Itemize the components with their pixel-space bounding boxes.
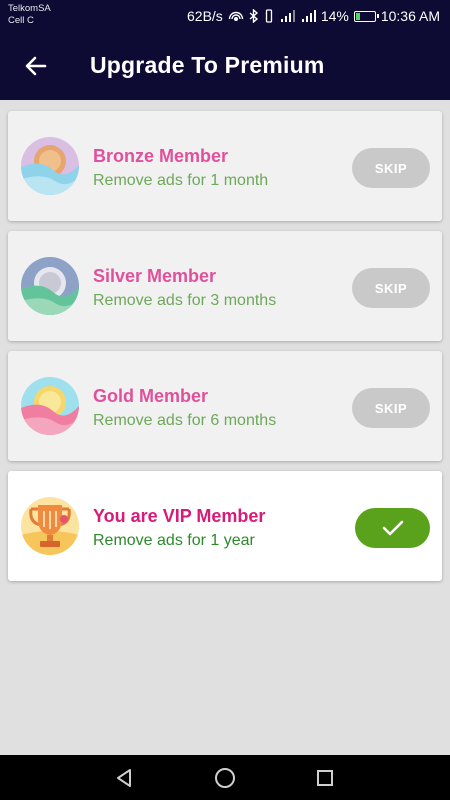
carrier-info: TelkomSA Cell C (8, 3, 51, 27)
battery-percent: 14% (320, 8, 349, 24)
plan-subtitle: Remove ads for 1 year (93, 532, 255, 549)
skip-button-gold[interactable]: SKIP (352, 388, 430, 428)
circle-home-icon (215, 768, 235, 788)
signal-2g-icon (279, 9, 295, 23)
plan-title: Gold Member (93, 386, 209, 406)
plan-title: Silver Member (93, 266, 217, 286)
plan-card-gold: Gold Member Remove ads for 6 months SKIP (8, 351, 442, 461)
plan-subtitle: Remove ads for 1 month (93, 172, 269, 189)
status-bar: TelkomSA Cell C 62B/s 14% 10:36 AM (0, 0, 450, 32)
gold-medal-icon (21, 377, 79, 435)
system-nav-bar (0, 755, 450, 800)
signal-4g-icon (300, 9, 316, 23)
battery-icon (353, 10, 379, 22)
active-plan-button[interactable] (355, 508, 430, 548)
network-speed: 62B/s (187, 8, 223, 24)
app-bar: Upgrade To Premium (0, 32, 450, 100)
clock: 10:36 AM (380, 8, 440, 24)
arrow-left-icon (25, 56, 47, 76)
plan-card-bronze: Bronze Member Remove ads for 1 month SKI… (8, 111, 442, 221)
carrier-line-2: Cell C (8, 15, 34, 26)
plan-title: You are VIP Member (93, 506, 266, 526)
carrier-line-1: TelkomSA (8, 3, 51, 14)
skip-button-bronze[interactable]: SKIP (352, 148, 430, 188)
nav-back-button[interactable] (112, 765, 138, 791)
hotspot-icon (228, 9, 244, 23)
plan-subtitle: Remove ads for 3 months (93, 292, 277, 309)
page-title: Upgrade To Premium (90, 52, 325, 78)
status-indicators: 62B/s 14% 10:36 AM (187, 7, 440, 25)
plan-list: Bronze Member Remove ads for 1 month SKI… (8, 111, 442, 591)
plan-title: Bronze Member (93, 146, 229, 166)
bluetooth-icon (249, 9, 259, 23)
silver-medal-icon (21, 257, 79, 315)
vibrate-icon (264, 9, 274, 23)
checkmark-icon (382, 520, 403, 536)
trophy-icon (21, 497, 79, 555)
back-button[interactable] (16, 46, 56, 86)
square-recent-icon (317, 770, 333, 786)
plan-subtitle: Remove ads for 6 months (93, 412, 277, 429)
nav-recent-button[interactable] (312, 765, 338, 791)
plan-card-vip: You are VIP Member Remove ads for 1 year (8, 471, 442, 581)
skip-button-silver[interactable]: SKIP (352, 268, 430, 308)
plan-card-silver: Silver Member Remove ads for 3 months SK… (8, 231, 442, 341)
bronze-medal-icon (21, 137, 79, 195)
nav-home-button[interactable] (212, 765, 238, 791)
triangle-back-icon (117, 769, 131, 787)
